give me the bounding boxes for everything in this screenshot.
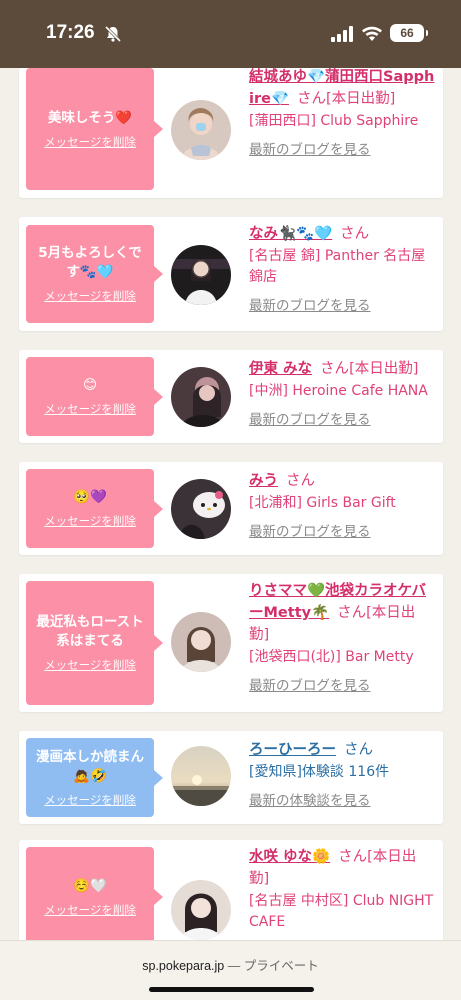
list-item: ☺️🤍 メッセージを削除 水咲 ゆな🌼 さん[本日出勤] [名古屋 中村区] Cl… (19, 840, 443, 950)
url-text: sp.pokepara.jp (142, 959, 225, 973)
item-info: みう さん [北浦和] Girls Bar Gift 最新のブログを見る (249, 470, 435, 540)
shop-info: [池袋西口(北)] Bar Metty (249, 649, 414, 665)
avatar[interactable] (171, 100, 231, 160)
item-info: なみ🐈‍⬛🐾🩵 さん [名古屋 錦] Panther 名古屋錦店 最新のブログを見… (249, 223, 435, 314)
avatar[interactable] (171, 746, 231, 806)
delete-message-link[interactable]: メッセージを削除 (44, 902, 136, 918)
honorific: さん (320, 361, 350, 377)
latest-review-link[interactable]: 最新の体験談を見る (249, 789, 435, 809)
latest-blog-link[interactable]: 最新のブログを見る (249, 674, 435, 694)
honorific: さん (286, 473, 315, 489)
avatar[interactable] (171, 367, 231, 427)
message-bubble: 最近私もロースト系はまてる メッセージを削除 (26, 581, 163, 705)
message-text: ☺️🤍 (73, 877, 107, 894)
message-bubble: 5月もよろしくです🐾🩵 メッセージを削除 (26, 225, 163, 323)
item-info: 水咲 ゆな🌼 さん[本日出勤] [名古屋 中村区] Club NIGHT CAFE (249, 846, 435, 933)
honorific: さん (338, 849, 368, 865)
list-item: 最近私もロースト系はまてる メッセージを削除 りさママ💚池袋カラオケバーMett… (19, 574, 443, 712)
member-name-link[interactable]: 水咲 ゆな🌼 (249, 849, 330, 865)
message-text: 最近私もロースト系はまてる (36, 614, 144, 649)
signal-icon (331, 26, 353, 42)
message-bubble: 美味しそう❤️ メッセージを削除 (26, 68, 163, 190)
item-info: 結城あゆ💎蒲田西口Sapphire💎 さん[本日出勤] [蒲田西口] Club S… (249, 66, 435, 158)
shop-info: [名古屋 錦] Panther 名古屋錦店 (249, 248, 426, 285)
list-item: 漫画本しか読まん🙇🤣 メッセージを削除 ろーひーろー さん [愛知県]体験談 1… (19, 731, 443, 824)
list-item: 😊 メッセージを削除 伊東 みな さん[本日出勤] [中洲] Heroine Ca… (19, 350, 443, 443)
shop-info: [中洲] Heroine Cafe HANA (249, 383, 428, 399)
member-name-link[interactable]: なみ🐈‍⬛🐾🩵 (249, 226, 332, 242)
browser-bottom-bar: sp.pokepara.jp — プライベート (0, 940, 461, 1000)
latest-blog-link[interactable]: 最新のブログを見る (249, 520, 435, 540)
delete-message-link[interactable]: メッセージを削除 (44, 134, 136, 150)
status-bar: 17:26 66 (0, 0, 461, 68)
item-info: ろーひーろー さん [愛知県]体験談 116件 最新の体験談を見る (249, 739, 435, 809)
shop-info: [名古屋 中村区] Club NIGHT CAFE (249, 893, 434, 930)
address-bar[interactable]: sp.pokepara.jp — プライベート (0, 955, 461, 974)
honorific: さん (337, 605, 367, 621)
status-tag: [本日出勤] (326, 91, 396, 107)
list-item: 🥺💜 メッセージを削除 みう さん [北浦和] Girls Bar Gift 最新… (19, 462, 443, 555)
wifi-icon (362, 26, 382, 41)
battery-indicator: 66 (390, 24, 428, 42)
message-text: 😊 (82, 377, 98, 393)
home-indicator[interactable] (149, 987, 314, 992)
delete-message-link[interactable]: メッセージを削除 (44, 657, 136, 673)
message-text: 5月もよろしくです🐾🩵 (38, 245, 142, 280)
avatar[interactable] (171, 245, 231, 305)
item-info: 伊東 みな さん[本日出勤] [中洲] Heroine Cafe HANA 最新の… (249, 358, 435, 428)
latest-blog-link[interactable]: 最新のブログを見る (249, 408, 435, 428)
shop-info: [蒲田西口] Club Sapphire (249, 113, 419, 129)
bell-off-icon (104, 25, 122, 43)
private-mode-label: — プライベート (227, 959, 319, 973)
message-bubble: 🥺💜 メッセージを削除 (26, 469, 163, 548)
latest-blog-link[interactable]: 最新のブログを見る (249, 138, 435, 158)
member-name-link[interactable]: ろーひーろー (249, 742, 336, 758)
status-time: 17:26 (46, 22, 95, 43)
message-text: 美味しそう❤️ (47, 109, 133, 126)
list-item: 5月もよろしくです🐾🩵 メッセージを削除 なみ🐈‍⬛🐾🩵 さん [名古屋 錦] P… (19, 217, 443, 331)
shop-info: [愛知県]体験談 116件 (249, 764, 390, 780)
message-bubble: ☺️🤍 メッセージを削除 (26, 847, 163, 947)
delete-message-link[interactable]: メッセージを削除 (44, 401, 136, 417)
list-item: 美味しそう❤️ メッセージを削除 結城あゆ💎蒲田西口Sapphire💎 さん[本日… (19, 68, 443, 198)
message-bubble: 😊 メッセージを削除 (26, 357, 163, 436)
member-name-link[interactable]: 伊東 みな (249, 361, 312, 377)
avatar[interactable] (171, 612, 231, 672)
status-tag: [本日出勤] (349, 361, 419, 377)
shop-info: [北浦和] Girls Bar Gift (249, 495, 396, 511)
delete-message-link[interactable]: メッセージを削除 (44, 792, 136, 808)
delete-message-link[interactable]: メッセージを削除 (44, 513, 136, 529)
honorific: さん (340, 226, 370, 242)
latest-blog-link[interactable]: 最新のブログを見る (249, 294, 435, 314)
item-info: りさママ💚池袋カラオケバーMetty🌴 さん[本日出勤] [池袋西口(北)] Ba… (249, 580, 435, 694)
honorific: さん (297, 91, 327, 107)
message-bubble: 漫画本しか読まん🙇🤣 メッセージを削除 (26, 738, 163, 817)
message-text: 漫画本しか読まん🙇🤣 (36, 748, 144, 784)
member-name-link[interactable]: みう (249, 473, 278, 489)
avatar[interactable] (171, 479, 231, 539)
message-text: 🥺💜 (73, 489, 107, 505)
avatar[interactable] (171, 880, 231, 940)
delete-message-link[interactable]: メッセージを削除 (44, 288, 136, 304)
honorific: さん (344, 742, 373, 758)
